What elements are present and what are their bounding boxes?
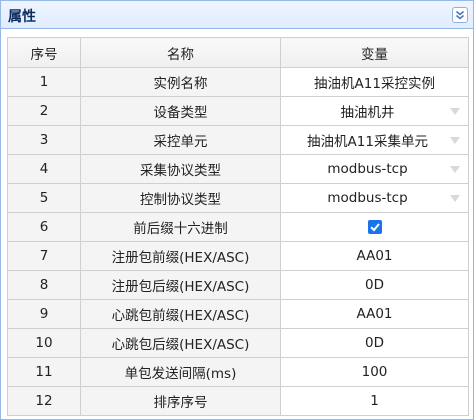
table-row[interactable]: 7 注册包前缀(HEX/ASC) AA01 [7,241,469,271]
property-value-cell[interactable]: 1 [280,386,469,416]
property-grid: 序号 名称 变量 1 实例名称 抽油机A11采控实例 2 设备类型 抽油机井 3 采控单元 抽油… [7,37,469,416]
row-index: 11 [7,357,81,387]
table-row[interactable]: 1 实例名称 抽油机A11采控实例 [7,67,469,97]
combo-value: modbus-tcp [327,190,408,206]
combo-value: modbus-tcp [327,161,408,177]
row-index: 4 [7,154,81,184]
panel-header: 属性 [1,1,473,29]
combo-value: 抽油机井 [340,105,395,121]
property-name: 心跳包前缀(HEX/ASC) [80,299,281,329]
property-name: 控制协议类型 [80,183,281,213]
property-value-combobox[interactable]: modbus-tcp [280,183,469,213]
column-header-name[interactable]: 名称 [80,37,281,68]
property-value-cell[interactable]: 0D [280,270,469,300]
properties-panel: 属性 序号 名称 变量 1 实例名称 抽油机A11采控实例 2 设备类型 抽油机井 3 采控单… [0,0,474,420]
double-chevron-down-icon[interactable] [452,7,468,23]
combo-value: 抽油机A11采集单元 [307,134,428,150]
property-value-combobox[interactable]: 抽油机A11采集单元 [280,125,469,155]
property-value-cell[interactable]: 0D [280,328,469,358]
table-row[interactable]: 2 设备类型 抽油机井 [7,96,469,126]
property-value-combobox[interactable]: 抽油机井 [280,96,469,126]
table-row[interactable]: 10 心跳包后缀(HEX/ASC) 0D [7,328,469,358]
table-row[interactable]: 3 采控单元 抽油机A11采集单元 [7,125,469,155]
property-name: 单包发送间隔(ms) [80,357,281,387]
table-row[interactable]: 11 单包发送间隔(ms) 100 [7,357,469,387]
property-value: AA01 [356,306,393,322]
row-index: 7 [7,241,81,271]
property-value-cell[interactable]: 100 [280,357,469,387]
property-name: 排序序号 [80,386,281,416]
property-name: 心跳包后缀(HEX/ASC) [80,328,281,358]
property-value-cell[interactable]: AA01 [280,299,469,329]
property-name: 前后缀十六进制 [80,212,281,242]
triangle-down-icon[interactable] [450,137,460,144]
property-value: 0D [365,277,384,293]
triangle-down-icon[interactable] [450,195,460,202]
property-value: 0D [365,335,384,351]
triangle-down-icon[interactable] [450,108,460,115]
property-name: 采控单元 [80,125,281,155]
checkmark-icon [369,223,380,232]
panel-title: 属性 [8,9,36,25]
grid-header-row: 序号 名称 变量 [7,37,469,68]
table-row[interactable]: 6 前后缀十六进制 [7,212,469,242]
table-row[interactable]: 12 排序序号 1 [7,386,469,416]
property-value: AA01 [356,248,393,264]
table-row[interactable]: 9 心跳包前缀(HEX/ASC) AA01 [7,299,469,329]
property-value: 100 [361,364,388,380]
hex-checkbox[interactable] [367,220,382,234]
property-name: 注册包前缀(HEX/ASC) [80,241,281,271]
row-index: 1 [7,67,81,97]
row-index: 3 [7,125,81,155]
row-index: 6 [7,212,81,242]
property-name: 采集协议类型 [80,154,281,184]
row-index: 5 [7,183,81,213]
table-row[interactable]: 8 注册包后缀(HEX/ASC) 0D [7,270,469,300]
row-index: 10 [7,328,81,358]
property-name: 注册包后缀(HEX/ASC) [80,270,281,300]
property-value-cell[interactable]: AA01 [280,241,469,271]
property-name: 实例名称 [80,67,281,97]
table-row[interactable]: 5 控制协议类型 modbus-tcp [7,183,469,213]
property-value-cell[interactable]: 抽油机A11采控实例 [280,67,469,97]
property-name: 设备类型 [80,96,281,126]
row-index: 12 [7,386,81,416]
row-index: 2 [7,96,81,126]
property-value-combobox[interactable]: modbus-tcp [280,154,469,184]
column-header-index[interactable]: 序号 [7,37,81,68]
column-header-value[interactable]: 变量 [280,37,469,68]
property-value: 1 [370,393,379,409]
property-value-cell[interactable] [280,212,469,242]
triangle-down-icon[interactable] [450,166,460,173]
row-index: 9 [7,299,81,329]
table-row[interactable]: 4 采集协议类型 modbus-tcp [7,154,469,184]
property-value: 抽油机A11采控实例 [314,76,435,92]
row-index: 8 [7,270,81,300]
